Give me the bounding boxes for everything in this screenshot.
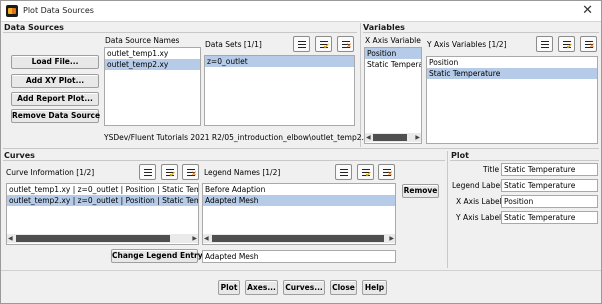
list-item[interactable]: outlet_temp1.xy | z=0_outlet | Position … (7, 184, 198, 195)
title-label: Title (483, 165, 500, 174)
check-icon[interactable] (315, 36, 332, 52)
deselect-icon[interactable] (337, 36, 354, 52)
fluent-app-icon (6, 5, 18, 17)
select-all-icon[interactable] (335, 164, 352, 180)
check-icon[interactable] (161, 164, 178, 180)
select-all-icon[interactable] (536, 36, 553, 52)
horizontal-scrollbar[interactable]: ◀ ▶ (7, 234, 198, 243)
list-item[interactable]: Position (365, 48, 421, 59)
close-icon[interactable]: ✕ (582, 3, 593, 19)
legend-entry-input[interactable]: Adapted Mesh (202, 250, 396, 263)
remove-curve-button[interactable]: Remove (402, 184, 439, 198)
y-axis-variables-label: Y Axis Variables [1/2] (427, 40, 507, 49)
variables-heading: Variables (363, 23, 405, 32)
title-input[interactable]: Static Temperature (501, 163, 598, 176)
scroll-right-icon[interactable]: ▶ (192, 235, 197, 242)
select-all-icon[interactable] (293, 36, 310, 52)
plot-button[interactable]: Plot (218, 280, 240, 295)
scroll-thumb[interactable] (212, 235, 384, 242)
check-icon[interactable] (357, 164, 374, 180)
divider (363, 32, 599, 33)
check-icon[interactable] (558, 36, 575, 52)
list-item[interactable]: z=0_outlet (205, 56, 354, 67)
legend-names-label: Legend Names [1/2] (204, 168, 281, 177)
curves-heading: Curves (4, 151, 35, 160)
axes-button[interactable]: Axes... (245, 280, 278, 295)
divider (450, 160, 599, 161)
load-file-button[interactable]: Load File... (11, 55, 99, 69)
deselect-icon[interactable] (378, 164, 395, 180)
divider (3, 160, 445, 161)
deselect-icon[interactable] (182, 164, 199, 180)
select-all-icon[interactable] (139, 164, 156, 180)
help-button[interactable]: Help (362, 280, 387, 295)
title-bar: Plot Data Sources ✕ (1, 1, 601, 21)
list-item[interactable]: Adapted Mesh (203, 195, 395, 206)
curves-button[interactable]: Curves... (283, 280, 325, 295)
x-axis-label-label: X Axis Label (456, 197, 502, 206)
list-item[interactable]: Static Temperature (427, 68, 597, 79)
add-report-plot-button[interactable]: Add Report Plot... (11, 92, 99, 106)
legend-label-input[interactable]: Static Temperature (501, 179, 598, 192)
plot-data-sources-window: Plot Data Sources ✕ Data Sources Load Fi… (0, 0, 602, 304)
plot-heading: Plot (451, 151, 469, 160)
curve-information-label: Curve Information [1/2] (6, 168, 95, 177)
deselect-icon[interactable] (580, 36, 597, 52)
footer-divider (1, 270, 601, 271)
add-xy-plot-button[interactable]: Add XY Plot... (11, 74, 99, 88)
y-axis-variables-list[interactable]: Position Static Temperature (426, 56, 598, 144)
y-axis-label-input[interactable]: Static Temperature (501, 211, 598, 224)
scroll-thumb[interactable] (16, 235, 170, 242)
title-separator (1, 21, 601, 22)
scroll-thumb[interactable] (373, 134, 407, 141)
divider (447, 151, 448, 268)
data-sets-list[interactable]: z=0_outlet (204, 55, 355, 126)
data-sets-label: Data Sets [1/1] (205, 40, 262, 49)
data-source-names-label: Data Source Names (105, 36, 180, 45)
horizontal-scrollbar[interactable]: ◀ ▶ (365, 133, 421, 142)
window-title: Plot Data Sources (23, 6, 94, 15)
remove-data-source-button[interactable]: Remove Data Source (11, 109, 100, 123)
data-source-names-list[interactable]: outlet_temp1.xy outlet_temp2.xy (104, 47, 201, 126)
scroll-left-icon[interactable]: ◀ (8, 235, 13, 242)
divider (3, 32, 357, 33)
list-item[interactable]: Static Temperature (365, 59, 421, 70)
scroll-left-icon[interactable]: ◀ (366, 134, 371, 141)
list-item[interactable]: Before Adaption (203, 184, 395, 195)
data-source-path: YSDev/Fluent Tutorials 2021 R2/05_introd… (104, 133, 373, 142)
close-button[interactable]: Close (330, 280, 357, 295)
scroll-left-icon[interactable]: ◀ (204, 235, 209, 242)
data-sources-heading: Data Sources (4, 23, 64, 32)
scroll-right-icon[interactable]: ▶ (415, 134, 420, 141)
y-axis-label-label: Y Axis Label (456, 213, 502, 222)
scroll-right-icon[interactable]: ▶ (389, 235, 394, 242)
divider (3, 148, 599, 149)
x-axis-variable-label: X Axis Variable (365, 36, 421, 45)
change-legend-entry-button[interactable]: Change Legend Entry (111, 249, 203, 263)
x-axis-label-input[interactable]: Position (501, 195, 598, 208)
list-item[interactable]: outlet_temp1.xy (105, 48, 200, 59)
horizontal-scrollbar[interactable]: ◀ ▶ (203, 234, 395, 243)
x-axis-variable-list[interactable]: Position Static Temperature (364, 47, 422, 144)
list-item[interactable]: Position (427, 57, 597, 68)
list-item[interactable]: outlet_temp2.xy (105, 59, 200, 70)
divider (360, 23, 361, 147)
legend-label-label: Legend Label (452, 181, 503, 190)
list-item[interactable]: outlet_temp2.xy | z=0_outlet | Position … (7, 195, 198, 206)
